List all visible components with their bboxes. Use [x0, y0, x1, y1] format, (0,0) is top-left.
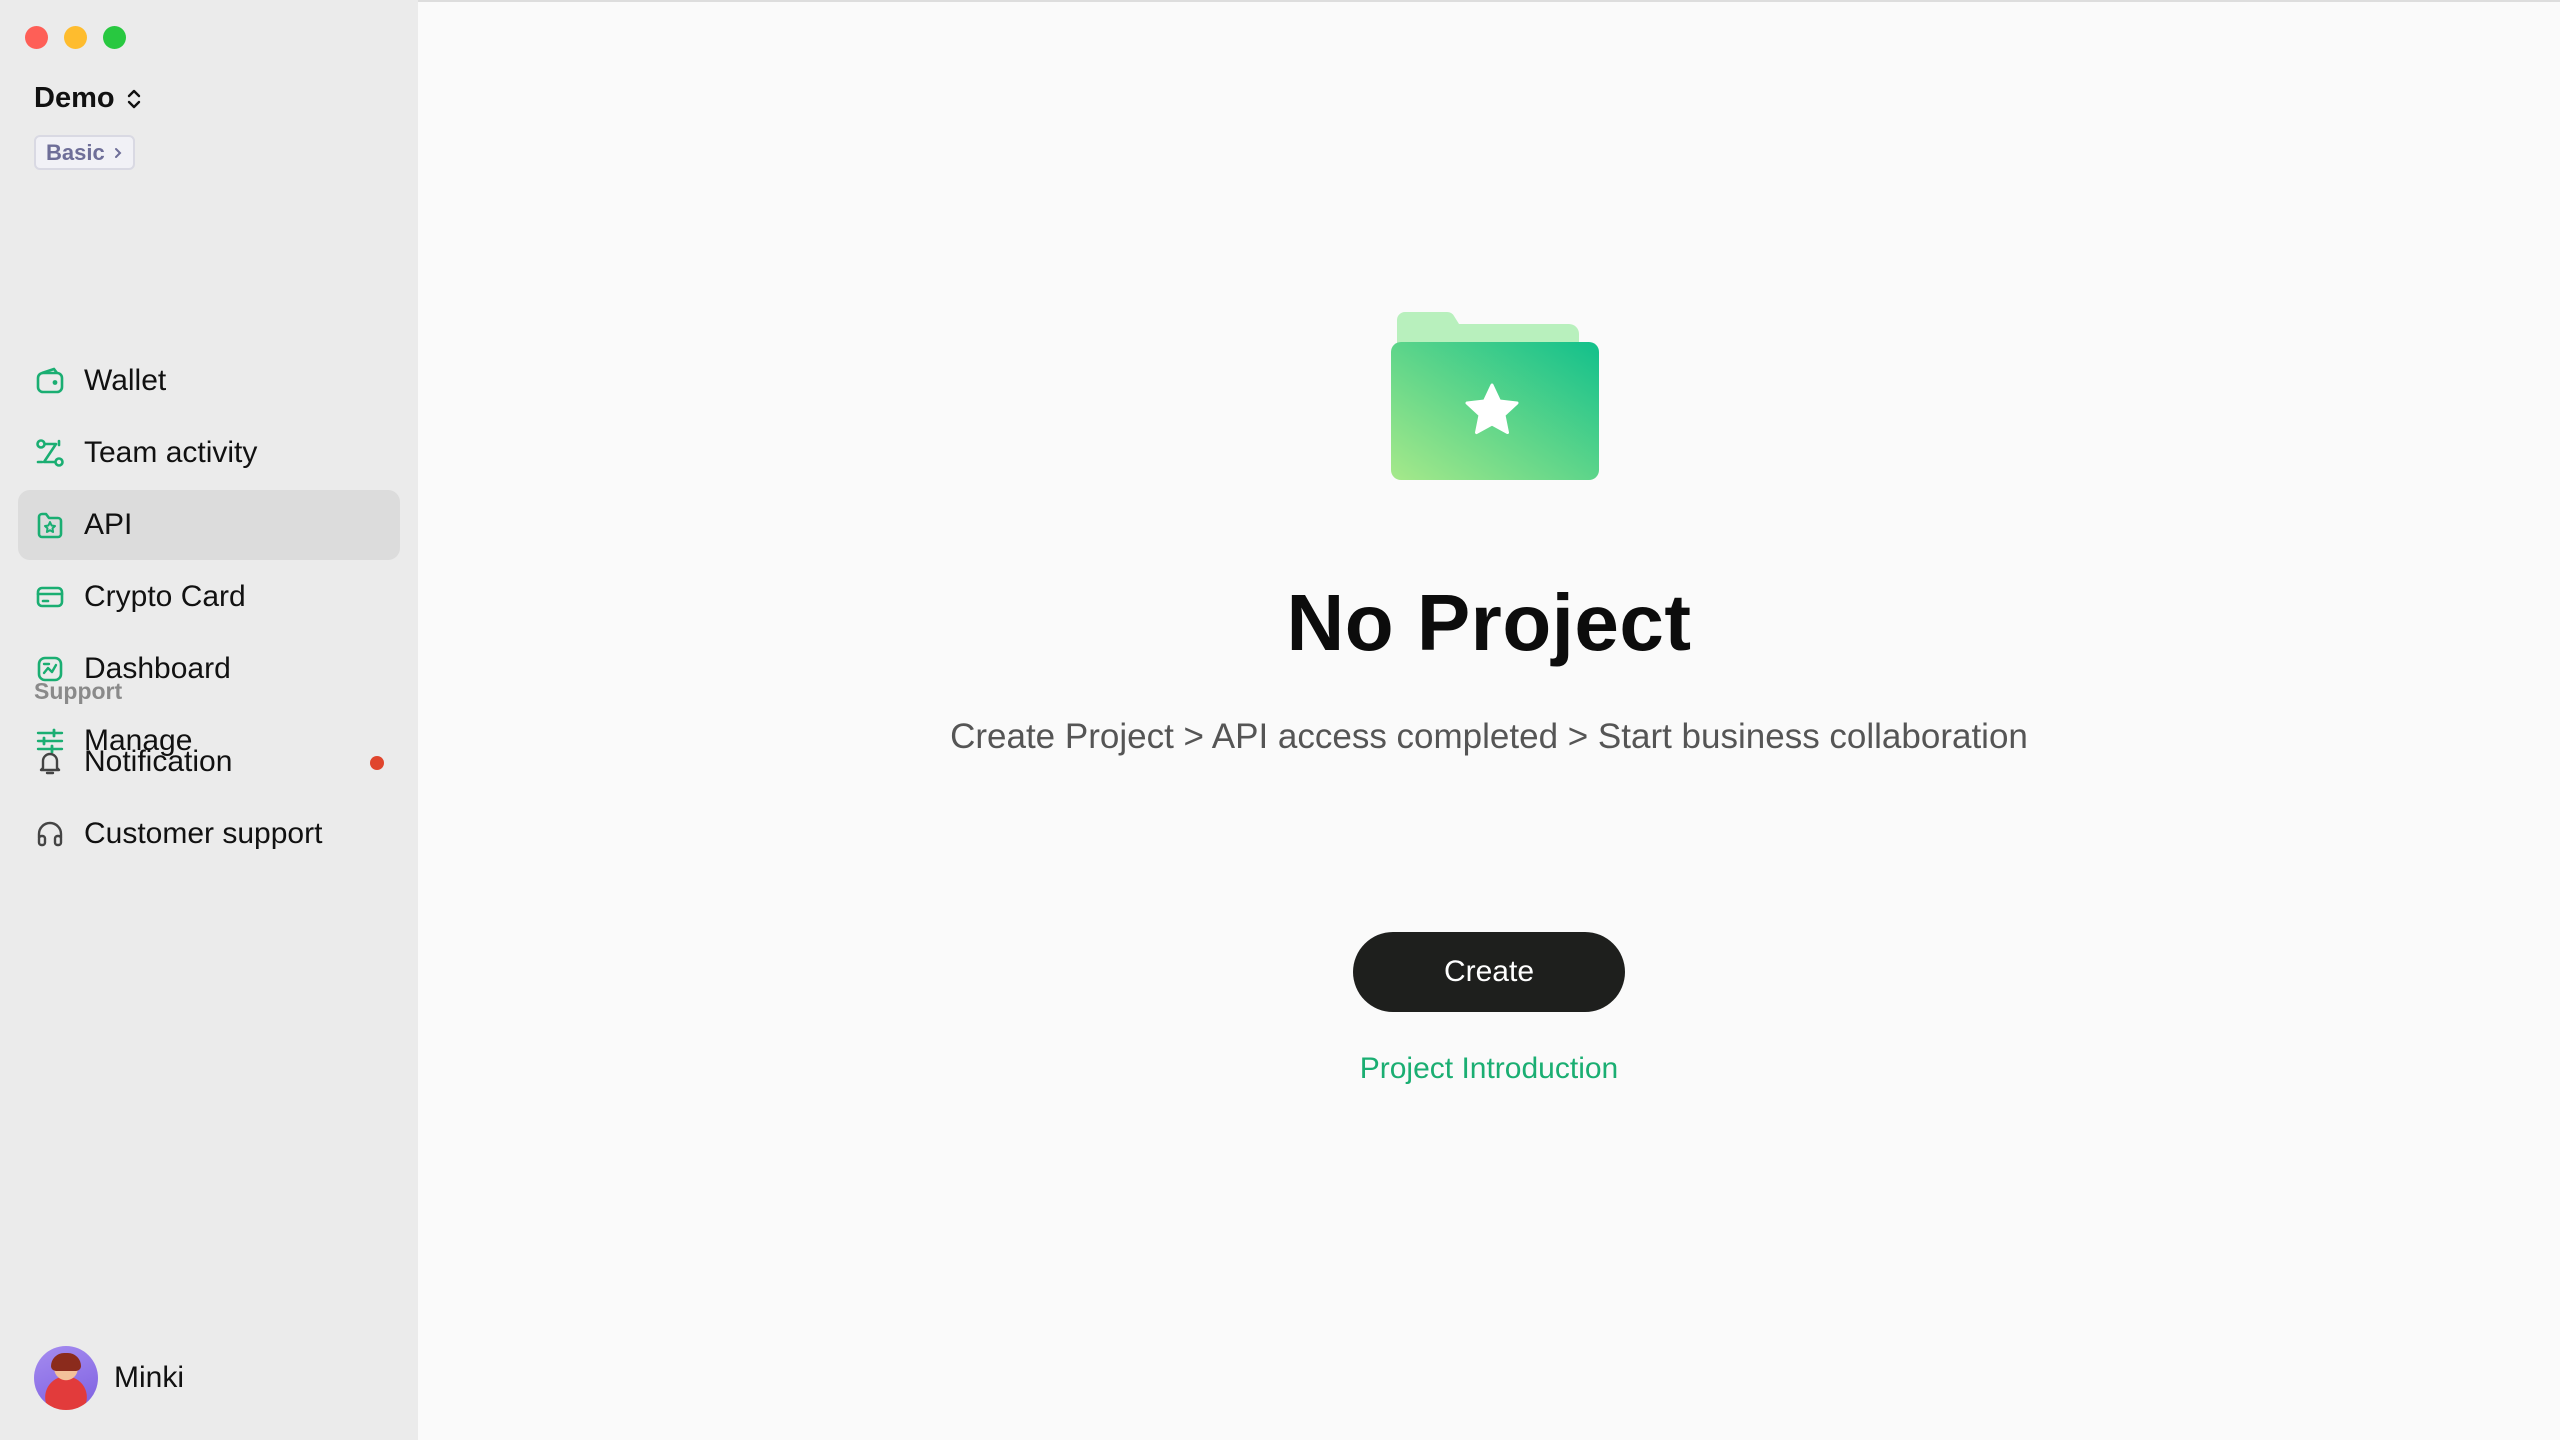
plan-badge[interactable]: Basic	[34, 135, 135, 170]
nav-label: Customer support	[84, 817, 323, 850]
wallet-icon	[34, 365, 66, 397]
nav-label: Wallet	[84, 364, 167, 397]
headphones-icon	[34, 818, 66, 850]
create-project-button[interactable]: Create	[1353, 932, 1625, 1012]
folder-star-icon	[1391, 311, 1599, 480]
minimize-window-button[interactable]	[64, 26, 87, 49]
user-profile[interactable]: Minki	[34, 1346, 184, 1410]
project-introduction-link[interactable]: Project Introduction	[1360, 1052, 1618, 1086]
window-controls	[25, 26, 126, 49]
unread-dot	[370, 756, 384, 770]
nav-label: Crypto Card	[84, 580, 246, 613]
support-nav: Notification Customer support	[18, 727, 400, 871]
avatar	[34, 1346, 98, 1410]
nav-label: Notification	[84, 745, 233, 778]
support-heading: Support	[34, 678, 123, 704]
empty-state: No Project Create Project > API access c…	[418, 302, 2560, 1086]
card-icon	[34, 581, 66, 613]
team-activity-icon	[34, 437, 66, 469]
user-name: Minki	[114, 1361, 185, 1394]
nav-label: Team activity	[84, 436, 258, 469]
sidebar: Demo Basic Wallet Team activity API Cryp…	[0, 0, 418, 1440]
app-window: Demo Basic Wallet Team activity API Cryp…	[0, 0, 2560, 1440]
nav-item-wallet[interactable]: Wallet	[18, 346, 400, 416]
main-nav: Wallet Team activity API Crypto Card Das…	[18, 346, 400, 778]
workspace-switcher[interactable]: Demo	[34, 82, 143, 115]
workspace-name: Demo	[34, 82, 115, 114]
nav-item-api[interactable]: API	[18, 490, 400, 560]
nav-item-team-activity[interactable]: Team activity	[18, 418, 400, 488]
nav-item-crypto-card[interactable]: Crypto Card	[18, 562, 400, 632]
empty-state-title: No Project	[1286, 578, 1692, 667]
main-content: No Project Create Project > API access c…	[418, 0, 2560, 1440]
nav-item-notification[interactable]: Notification	[18, 727, 400, 797]
maximize-window-button[interactable]	[103, 26, 126, 49]
plan-label: Basic	[46, 139, 105, 165]
chevron-up-down-icon	[127, 89, 140, 108]
bell-icon	[34, 746, 66, 778]
nav-item-customer-support[interactable]: Customer support	[18, 799, 400, 869]
api-icon	[34, 509, 66, 541]
empty-state-subtitle: Create Project > API access completed > …	[950, 717, 2028, 756]
close-window-button[interactable]	[25, 26, 48, 49]
nav-label: API	[84, 508, 133, 541]
chevron-right-icon	[114, 147, 122, 158]
